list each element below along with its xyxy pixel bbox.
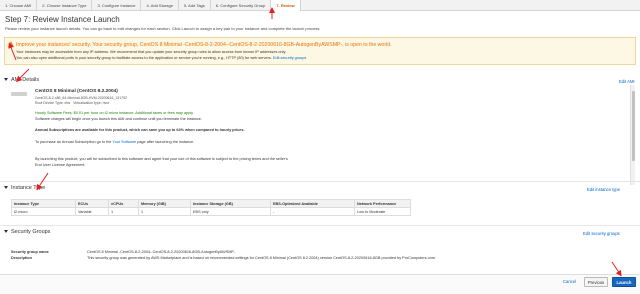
security-group-name-label: Security group name <box>11 250 49 254</box>
ami-details-title: AMI Details <box>11 77 40 83</box>
column-header: Network Performance <box>354 199 411 208</box>
cell-vcpus: 1 <box>108 207 139 216</box>
security-groups-title: Security Groups <box>11 229 51 235</box>
security-group-description-value: This security group was generated by AWS… <box>87 256 435 260</box>
centos-logo <box>11 92 27 96</box>
annotation-arrow-launch <box>611 261 622 277</box>
annual-subscriptions: Annual Subscriptions are available for t… <box>35 128 245 132</box>
step-add-tags[interactable]: 5. Add Tags <box>179 0 211 11</box>
divider <box>0 181 640 182</box>
page-title: Step 7: Review Instance Launch <box>5 15 120 24</box>
virtualization-type: Virtualization type: hvm <box>73 101 110 105</box>
warning-line-2-text: You can also open additional ports in yo… <box>16 56 272 60</box>
cell-instance-type: t2.micro <box>11 207 76 216</box>
divider <box>0 225 640 226</box>
page-description: Please review your instance launch detai… <box>5 26 321 31</box>
footer-bar <box>0 274 640 294</box>
edit-security-groups-link[interactable]: Edit security groups <box>583 231 620 236</box>
warning-icon <box>8 41 14 47</box>
step-configure-instance[interactable]: 3. Configure Instance <box>92 0 142 11</box>
column-header: ECUs <box>75 199 109 208</box>
eula-link[interactable]: End User License Agreement <box>35 163 84 167</box>
cell-ebs-optimized: - <box>270 207 355 216</box>
table-header-row: Instance Type ECUs vCPUs Memory (GiB) In… <box>11 199 411 208</box>
cell-memory: 1 <box>138 207 191 216</box>
ami-name: CentOS 8 Minimal (CentOS 8.2.2004) <box>35 89 118 94</box>
security-groups-header[interactable]: Security Groups <box>4 229 50 235</box>
warning-line-1: Your instances may be accessible from an… <box>16 50 287 54</box>
ami-details-scrollbar[interactable] <box>630 85 635 185</box>
table-row: t2.micro Variable 1 1 EBS only - Low to … <box>11 207 411 216</box>
instance-type-header[interactable]: Instance Type <box>4 185 45 191</box>
warning-line-2: You can also open additional ports in yo… <box>16 56 306 60</box>
column-header: Instance Type <box>11 199 76 208</box>
column-header: vCPUs <box>108 199 139 208</box>
software-charges: Software charges will begin once you lau… <box>35 117 202 121</box>
collapse-triangle-icon <box>4 186 8 190</box>
step-choose-ami[interactable]: 1. Choose AMI <box>0 0 38 11</box>
instance-type-title: Instance Type <box>11 185 46 191</box>
edit-ami-link[interactable]: Edit AMI <box>619 79 635 84</box>
column-header: Memory (GiB) <box>138 199 191 208</box>
step-choose-instance-type[interactable]: 2. Choose Instance Type <box>37 0 93 11</box>
ami-root-device: Root Device Type: ebs Virtualization typ… <box>35 101 109 105</box>
cell-storage: EBS only <box>190 207 271 216</box>
ami-image-id: CentOS-8-2-x86_64-Minimal-8GB-HVM-202006… <box>35 96 128 100</box>
edit-security-groups-link[interactable]: Edit security groups <box>273 56 306 60</box>
edit-instance-type-link[interactable]: Edit instance type <box>587 187 620 192</box>
step-add-storage[interactable]: 4. Add Storage <box>141 0 179 11</box>
security-group-name-value: CentOS 8 Minimal -CentOS-8-2-2004--CentO… <box>87 250 236 254</box>
warning-title: Improve your instances' security. Your s… <box>16 42 392 48</box>
cell-network: Low to Moderate <box>354 207 411 216</box>
your-software-link[interactable]: Your Software <box>112 140 136 144</box>
previous-button[interactable]: Previous <box>584 277 608 287</box>
instance-type-table: Instance Type ECUs vCPUs Memory (GiB) In… <box>11 199 411 216</box>
cell-ecus: Variable <box>75 207 109 216</box>
column-header: Instance Storage (GB) <box>190 199 271 208</box>
security-group-description-label: Description <box>11 256 32 260</box>
wizard-steps: 1. Choose AMI 2. Choose Instance Type 3.… <box>0 0 640 11</box>
scroll-thumb[interactable] <box>632 91 635 161</box>
ami-details-header[interactable]: AMI Details <box>4 77 39 83</box>
subscription-agreement: By launching this product, you will be s… <box>35 157 288 161</box>
collapse-triangle-icon <box>4 78 8 82</box>
step-review[interactable]: 7. Review <box>271 0 301 11</box>
security-warning: Improve your instances' security. Your s… <box>4 37 636 65</box>
launch-button[interactable]: Launch <box>612 277 636 287</box>
hourly-fees: Hourly Software Fees: $0.01 per hour on … <box>35 111 194 115</box>
column-header: EBS-Optimized Available <box>270 199 355 208</box>
collapse-triangle-icon <box>4 230 8 234</box>
purchase-info: To purchase an Annual Subscription go to… <box>35 140 195 144</box>
cancel-button[interactable]: Cancel <box>563 279 576 284</box>
step-configure-security-group[interactable]: 6. Configure Security Group <box>211 0 272 11</box>
root-device-type: Root Device Type: ebs <box>35 101 71 105</box>
